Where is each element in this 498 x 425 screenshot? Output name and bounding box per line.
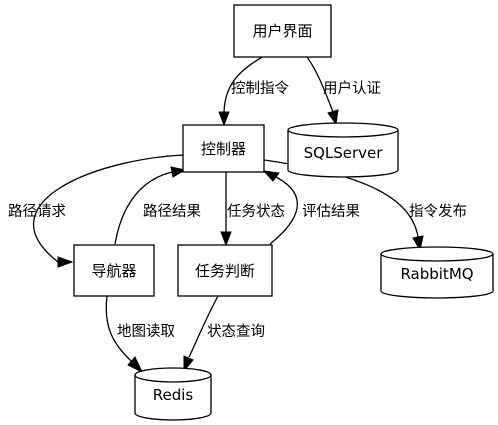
node-controller-label: 控制器 <box>201 140 246 158</box>
label-ui-to-sqlserver: 用户认证 <box>323 80 381 97</box>
node-controller: 控制器 <box>182 124 265 173</box>
node-redis: Redis <box>134 367 212 421</box>
arrowhead-ui-to-controller <box>218 111 230 127</box>
arrowhead-controller-to-navigator <box>57 256 74 268</box>
label-controller-to-rabbitmq: 指令发布 <box>409 203 467 220</box>
node-ui-label: 用户界面 <box>252 22 312 40</box>
node-rabbitmq-label: RabbitMQ <box>400 265 473 283</box>
node-task-judge-label: 任务判断 <box>195 262 255 280</box>
label-task-to-controller: 评估结果 <box>302 203 360 220</box>
edge-labels: 控制指令 用户认证 路径请求 路径结果 任务状态 评估结果 指令发布 地图读取 … <box>8 80 467 340</box>
node-rabbitmq: RabbitMQ <box>380 246 494 299</box>
label-controller-to-navigator: 路径请求 <box>8 203 66 220</box>
label-task-to-redis: 状态查询 <box>207 323 265 340</box>
node-navigator: 导航器 <box>73 244 155 297</box>
node-ui: 用户界面 <box>233 4 332 58</box>
label-navigator-to-redis: 地图读取 <box>117 323 175 340</box>
label-navigator-to-controller: 路径结果 <box>143 203 201 220</box>
node-redis-label: Redis <box>153 386 194 404</box>
label-ui-to-controller: 控制指令 <box>231 80 289 97</box>
node-sqlserver-label: SQLServer <box>304 144 384 162</box>
arrowhead-task-to-controller <box>262 170 280 182</box>
arrowhead-controller-to-task <box>220 231 232 247</box>
arrowhead-ui-to-sqlserver <box>327 109 339 126</box>
architecture-diagram: 控制指令 用户认证 路径请求 路径结果 任务状态 评估结果 指令发布 地图读取 … <box>8 4 494 421</box>
label-controller-to-task: 任务状态 <box>227 203 285 220</box>
node-navigator-label: 导航器 <box>91 262 136 280</box>
node-task-judge: 任务判断 <box>177 244 273 297</box>
node-sqlserver: SQLServer <box>287 122 399 178</box>
